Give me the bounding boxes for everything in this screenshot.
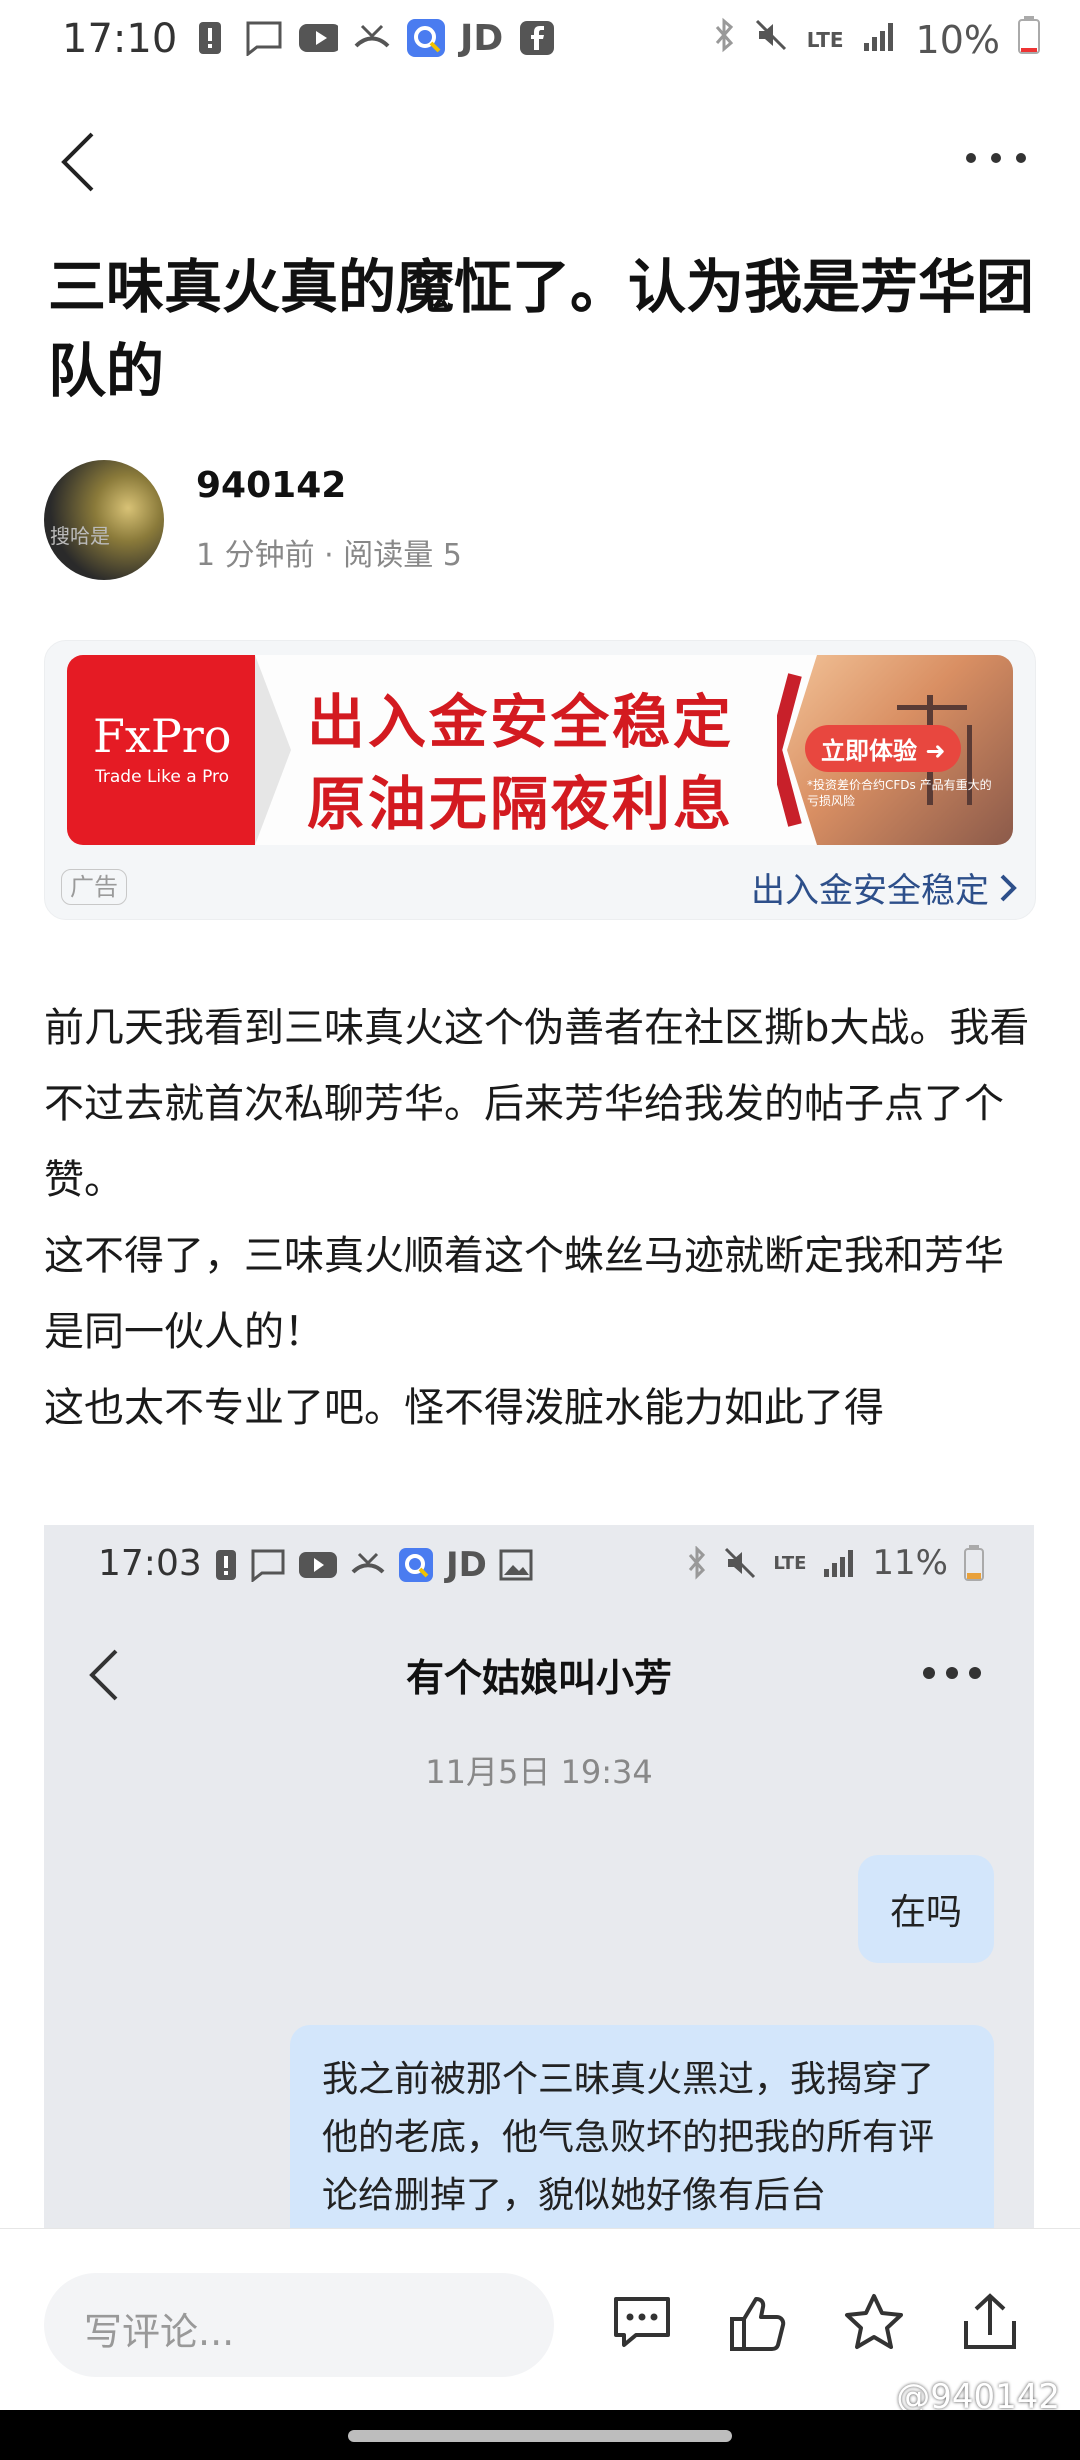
bluetooth-icon — [689, 1546, 706, 1580]
thumbs-up-icon — [730, 2297, 786, 2351]
ad-label: 广告 — [61, 869, 127, 905]
search-app-icon — [406, 18, 446, 58]
article-meta: 1 分钟前 · 阅读量 5 — [196, 538, 462, 573]
system-nav-bar — [0, 2410, 1080, 2460]
status-notification-icons: JD — [190, 17, 557, 59]
mute-icon — [725, 1547, 756, 1579]
comments-button[interactable] — [610, 2291, 674, 2355]
ad-headline-1: 出入金安全稳定 — [307, 688, 735, 756]
star-icon — [845, 2294, 903, 2349]
ad-link-text: 出入金安全稳定 — [751, 871, 989, 911]
youtube-icon — [298, 18, 338, 58]
chevron-right-icon — [1000, 874, 1017, 901]
jd-icon: JD — [460, 17, 504, 59]
more-horizontal-icon — [923, 1667, 981, 1679]
alert-icon — [216, 1550, 236, 1580]
ad-wedge — [255, 655, 291, 845]
back-button[interactable] — [56, 130, 100, 194]
comment-input[interactable]: 写评论... — [44, 2273, 554, 2377]
ad-card[interactable]: FxPro Trade Like a Pro 出入金安全稳定 原油无隔夜利息 立… — [44, 640, 1036, 920]
alert-icon — [190, 18, 230, 58]
battery-percent: 11% — [872, 1543, 948, 1583]
comment-icon — [614, 2297, 670, 2347]
like-button[interactable] — [726, 2291, 790, 2355]
mute-icon — [753, 17, 789, 62]
chat-date: 11月5日 19:34 — [425, 1753, 653, 1791]
signal-icon — [824, 1550, 854, 1577]
embedded-status-time: 17:03 — [98, 1543, 202, 1584]
jd-icon: JD — [446, 1545, 487, 1585]
status-time: 17:10 — [62, 16, 178, 62]
ad-cta-button[interactable]: 立即体验 ➜ — [805, 725, 962, 772]
battery-icon — [964, 1545, 984, 1581]
battery-icon — [1018, 16, 1040, 63]
bottom-action-bar: 写评论... @940142 — [0, 2228, 1080, 2417]
comment-placeholder: 写评论... — [84, 2310, 235, 2354]
youtube-icon — [299, 1552, 337, 1578]
paragraph: 前几天我看到三味真火这个伪善者在社区撕b大战。我看不过去就首次私聊芳华。后来芳华… — [44, 1005, 1030, 1203]
avatar[interactable]: 搜哈是 — [44, 460, 164, 580]
fxpro-logo: FxPro Trade Like a Pro — [67, 655, 255, 845]
embedded-screenshot[interactable]: 17:03 JD LTE 11% 有个姑娘叫小芳 11月5日 19:34 在吗 … — [44, 1525, 1034, 2235]
lte-icon: LTE — [773, 1552, 807, 1574]
message-bubble: 我之前被那个三昧真火黑过，我揭穿了他的老底，他气急败坏的把我的所有评论给删掉了，… — [290, 2025, 994, 2235]
chat-title: 有个姑娘叫小芳 — [405, 1656, 672, 1700]
ad-headline-2: 原油无隔夜利息 — [307, 770, 735, 838]
missed-call-icon — [352, 18, 392, 58]
status-bar: 17:10 JD LTE 10% — [0, 0, 1080, 90]
missed-call-icon — [351, 1552, 385, 1574]
message-icon — [251, 1549, 285, 1582]
message-bubble: 在吗 — [857, 1855, 994, 1963]
ad-fine-print: *投资差价合约CFDs 产品有重大的亏损风险 — [807, 778, 992, 808]
share-button[interactable] — [958, 2291, 1022, 2355]
chat-more-button[interactable] — [922, 1665, 982, 1684]
article-title: 三味真火真的魔怔了。认为我是芳华团队的 — [48, 253, 1035, 405]
chevron-left-icon — [61, 132, 94, 192]
more-horizontal-icon — [966, 153, 1026, 163]
signal-icon — [862, 18, 898, 62]
favorite-button[interactable] — [842, 2291, 906, 2355]
lte-icon: LTE — [806, 27, 844, 52]
paragraph: 这不得了，三味真火顺着这个蛛丝马迹就断定我和芳华是同一伙人的！ — [44, 1233, 1004, 1355]
ad-brand: FxPro — [93, 709, 232, 763]
facebook-icon — [517, 18, 557, 58]
embedded-system-icons: LTE 11% — [687, 1543, 984, 1583]
paragraph: 这也太不专业了吧。怪不得泼脏水能力如此了得 — [44, 1385, 884, 1431]
battery-percent: 10% — [915, 17, 1000, 62]
ad-banner[interactable]: FxPro Trade Like a Pro 出入金安全稳定 原油无隔夜利息 立… — [67, 655, 1013, 845]
share-icon — [964, 2293, 1016, 2349]
status-system-icons: LTE 10% — [713, 16, 1040, 63]
ad-brand-tagline: Trade Like a Pro — [95, 767, 230, 787]
more-options-button[interactable] — [964, 150, 1028, 169]
embedded-status-icons: JD — [214, 1545, 533, 1585]
ad-link[interactable]: 出入金安全稳定 — [751, 863, 1017, 912]
image-icon — [499, 1549, 533, 1581]
message-icon — [244, 18, 284, 58]
home-handle[interactable] — [348, 2430, 732, 2442]
avatar-text: 搜哈是 — [50, 524, 110, 548]
search-app-icon — [399, 1548, 433, 1582]
author-name[interactable]: 940142 — [196, 465, 346, 506]
article-body: 前几天我看到三味真火这个伪善者在社区撕b大战。我看不过去就首次私聊芳华。后来芳华… — [44, 990, 1034, 1446]
bluetooth-icon — [713, 17, 735, 62]
